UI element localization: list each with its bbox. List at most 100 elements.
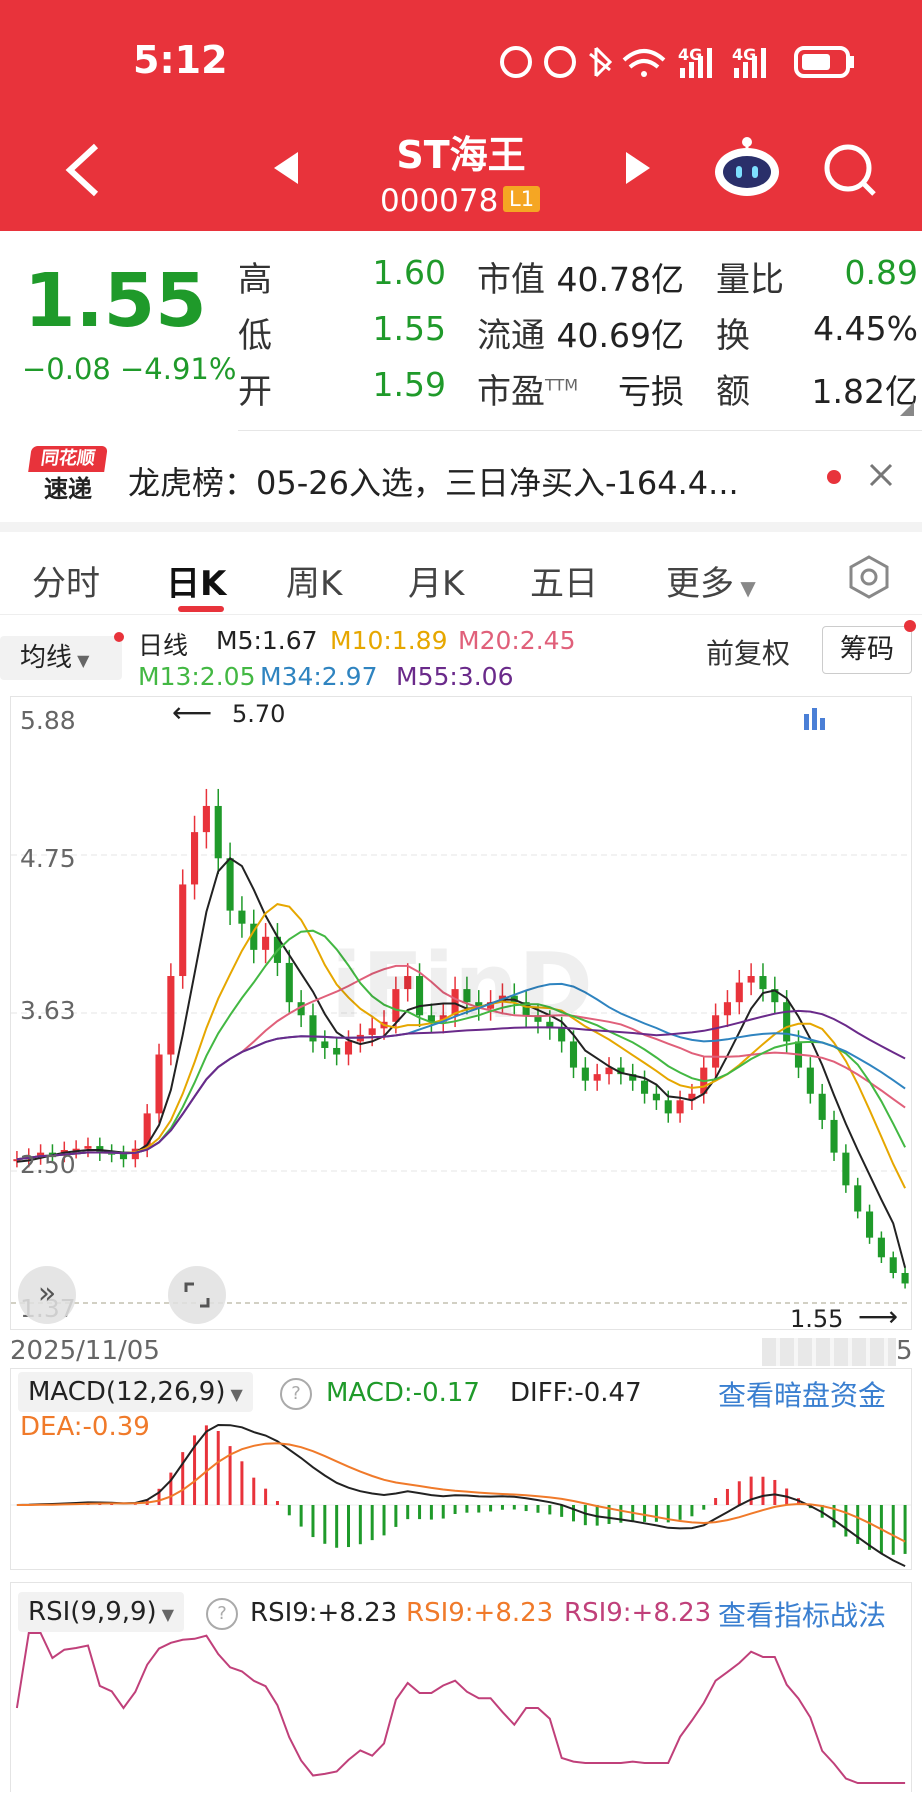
diff-line [16,1423,906,1568]
robot-assistant-button[interactable] [712,134,782,202]
candle-down [806,1067,814,1094]
candle-down [226,858,234,911]
macd-selector[interactable]: MACD(12,26,9) ▼ [18,1372,253,1412]
ma13-label: M13:2.05 [138,662,256,691]
chips-notice-dot [904,620,916,632]
candle-down [877,1237,885,1258]
hexagon-settings-icon [849,555,889,599]
candle-down [889,1257,897,1273]
section-gap [0,522,922,532]
float-label: 流通 [477,316,545,356]
tab-week-k[interactable]: 周K [286,556,342,605]
status-icons: 4G 4G [500,40,872,88]
expand-corner-icon[interactable] [900,402,914,416]
candle-down [783,1002,791,1042]
pe-value: 亏损 [618,372,684,411]
candle-down [641,1080,649,1094]
candle-down [214,805,222,859]
candle-up [344,1041,353,1055]
last-price-arrow-icon: ⟶ [858,1300,899,1333]
ma55-label: M55:3.06 [396,662,514,691]
tab-five-day[interactable]: 五日 [530,556,598,605]
kline-plot: iFinD [11,788,911,1304]
rsi3-value: RSI9:+8.23 [564,1598,712,1628]
macd-bars-group [27,1425,907,1555]
fq-selector[interactable]: 前复权 [706,632,790,672]
chart-settings-button[interactable] [846,554,892,604]
news-logo: 同花顺 速递 [28,446,108,508]
stock-code: 000078 [380,183,499,219]
candle-down [119,1153,128,1160]
tab-more[interactable]: 更多 ▼ [666,556,756,605]
candle-down [652,1093,660,1101]
candle-down [333,1047,341,1055]
macd-help-icon[interactable]: ? [280,1378,312,1410]
candle-up [84,1146,92,1149]
candle-up [747,976,755,983]
bar-chart-toggle-icon[interactable] [802,704,826,736]
indicator-strategy-link[interactable]: 查看指标战法 [718,1594,886,1634]
status-icons-svg: 4G 4G [500,45,854,78]
max-price-label: 5.70 [232,700,286,728]
candle-down [830,1119,838,1153]
news-logo-top: 同花顺 [28,446,108,472]
news-text[interactable]: 龙虎榜：05-26入选，三日净买入-164.4... [128,458,739,504]
divider [238,430,922,431]
rsi-selector[interactable]: RSI(9,9,9) ▼ [18,1592,185,1632]
ma5-label: M5:1.67 [216,626,318,655]
dea-line [16,1442,906,1543]
period-label: 日线 [138,631,189,660]
ma-lines-group [16,856,907,1269]
candle-down [842,1152,850,1186]
y-tick-0: 5.88 [20,706,76,735]
dropdown-caret-icon: ▼ [734,576,756,600]
candle-down [581,1067,589,1081]
search-button[interactable] [822,142,878,202]
ma5-line [16,856,907,1269]
tab-fenshi[interactable]: 分时 [32,556,100,605]
diff-value: DIFF:-0.47 [510,1378,642,1408]
candle-up [593,1074,601,1081]
macd-lines-group [16,1423,906,1568]
search-icon [824,144,876,196]
candle-up [735,982,743,1003]
fullscreen-icon [184,1282,210,1308]
open-value: 1.59 [372,365,446,404]
next-stock-button[interactable] [622,150,652,190]
candle-up [191,832,199,885]
ma-selector[interactable]: 均线 ▼ [0,636,122,680]
amount-value: 1.82亿 [811,372,918,411]
candle-down [285,962,293,1003]
dropdown-caret-icon: ▼ [225,1385,243,1404]
candle-down [901,1272,909,1284]
expand-button[interactable]: » [18,1266,76,1324]
price-change: −0.08 [22,352,111,386]
tab-day-k[interactable]: 日K [166,556,226,605]
candle-up [179,884,187,977]
mcap-label: 市值 [477,260,545,300]
dropdown-caret-icon: ▼ [72,651,90,670]
svg-text:iFinD: iFinD [331,934,593,1039]
dark-pool-link[interactable]: 查看暗盘资金 [718,1374,886,1414]
kline-chart[interactable]: iFinD [10,696,912,1330]
ma34-label: M34:2.97 [260,662,378,691]
news-close-button[interactable] [868,462,894,492]
rsi-help-icon[interactable]: ? [206,1598,238,1630]
status-time: 5:12 [133,38,228,82]
start-date-label: 2025/11/05 [10,1336,160,1366]
open-label: 开 [238,372,272,412]
mcap-value: 40.78亿 [556,260,684,299]
chips-button[interactable]: 筹码 [822,626,912,674]
float-value: 40.69亿 [556,316,684,355]
pe-label-text: 市盈 [477,372,545,412]
current-price: 1.55 [24,258,207,344]
candle-down [818,1093,826,1120]
rsi2-value: RSI9:+8.23 [406,1598,554,1628]
fullscreen-button[interactable] [168,1266,226,1324]
max-price-arrow-icon: ⟵ [172,696,213,729]
candle-down [664,1100,672,1114]
tab-month-k[interactable]: 月K [408,556,464,605]
rsi1-value: RSI9:+8.23 [250,1598,398,1628]
turnover-value: 4.45% [813,309,918,348]
candle-down [569,1041,578,1068]
